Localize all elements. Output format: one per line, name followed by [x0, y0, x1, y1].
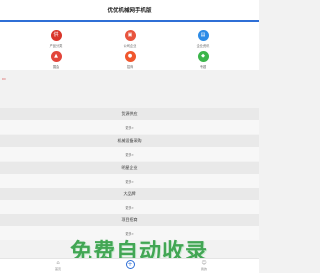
nav-item-label: 招商 — [126, 65, 134, 69]
more-link[interactable]: 更多» — [125, 205, 133, 210]
tab-label: 首页 — [54, 267, 61, 271]
news-icon: ▤ — [197, 30, 209, 41]
section-more-row: 更多» — [0, 200, 259, 214]
tab-label: 我的 — [200, 267, 207, 271]
section-more-row: 更多» — [0, 147, 259, 161]
tab-mine[interactable]: ☺ 我的 — [184, 260, 224, 271]
nav-item-expo[interactable]: ▲ 展会 — [36, 51, 76, 69]
investment-icon: ● — [124, 51, 136, 62]
nav-item-company[interactable]: ▣ 公司企业 — [110, 30, 150, 48]
plus-icon: + — [125, 260, 135, 269]
section-star-companies: 明星企业 更多» — [0, 162, 259, 188]
nav-item-label: 产品分类 — [49, 44, 63, 48]
section-title: 大品牌 — [123, 191, 136, 196]
section-big-brands: 大品牌 更多» — [0, 188, 259, 214]
tab-center[interactable]: + — [110, 260, 150, 269]
section-title: 货源供应 — [121, 111, 138, 116]
more-link[interactable]: 更多» — [125, 179, 133, 184]
bottom-tab-bar: ⌂ 首页 + ☺ 我的 — [0, 258, 259, 273]
topic-icon: ◆ — [197, 51, 209, 62]
product-category-icon: 供 — [50, 30, 62, 41]
section-title: 机械设备采购 — [117, 138, 142, 143]
section-title: 明星企业 — [121, 165, 138, 170]
nav-item-label: 企业资讯 — [196, 44, 210, 48]
nav-item-label: 公司企业 — [123, 44, 137, 48]
section-more-row: 更多» — [0, 174, 259, 188]
nav-item-label: 展会 — [52, 65, 60, 69]
section-supply: 货源供应 更多» — [0, 108, 259, 134]
section-more-row: 更多» — [0, 120, 259, 134]
more-link[interactable]: 更多» — [125, 152, 133, 157]
section-header: 大品牌 — [0, 188, 259, 200]
mobile-app-screen: 优优机械网手机版 供 产品分类 ▣ 公司企业 ▤ 企业资讯 ▲ 展会 ● 招商 … — [0, 0, 259, 273]
app-header: 优优机械网手机版 — [0, 0, 259, 20]
side-tag-icon[interactable]: ▭ — [2, 76, 6, 81]
tab-home[interactable]: ⌂ 首页 — [38, 260, 78, 271]
nav-item-investment[interactable]: ● 招商 — [110, 51, 150, 69]
section-header: 项目招商 — [0, 214, 259, 226]
section-title: 项目招商 — [121, 217, 138, 222]
more-link[interactable]: 更多» — [125, 125, 133, 130]
section-header: 机械设备采购 — [0, 135, 259, 147]
category-icon-grid: 供 产品分类 ▣ 公司企业 ▤ 企业资讯 ▲ 展会 ● 招商 ◆ 专题 — [0, 22, 259, 70]
section-header: 明星企业 — [0, 162, 259, 174]
user-icon: ☺ — [201, 260, 207, 266]
company-icon: ▣ — [124, 30, 136, 41]
section-equipment-purchase: 机械设备采购 更多» — [0, 135, 259, 161]
section-header: 货源供应 — [0, 108, 259, 120]
nav-item-topic[interactable]: ◆ 专题 — [183, 51, 223, 69]
expo-icon: ▲ — [50, 51, 62, 62]
page-title: 优优机械网手机版 — [107, 8, 152, 14]
nav-item-label: 专题 — [199, 65, 207, 69]
nav-item-product-category[interactable]: 供 产品分类 — [36, 30, 76, 48]
home-icon: ⌂ — [56, 260, 60, 266]
nav-item-news[interactable]: ▤ 企业资讯 — [183, 30, 223, 48]
